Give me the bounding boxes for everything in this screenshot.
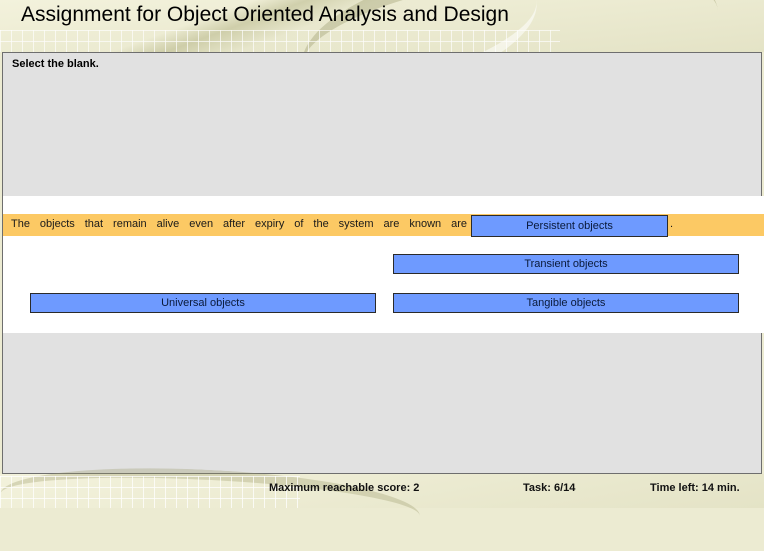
option-universal-objects[interactable]: Universal objects: [30, 293, 376, 313]
option-transient-objects[interactable]: Transient objects: [393, 254, 739, 274]
question-trailing-period: .: [670, 218, 674, 230]
instruction-text: Select the blank.: [12, 58, 99, 70]
max-score-status: Maximum reachable score: 2: [269, 482, 420, 494]
header-grid-decoration: [0, 30, 560, 52]
app-title: Assignment for Object Oriented Analysis …: [21, 3, 509, 26]
task-counter: Task: 6/14: [523, 482, 576, 494]
footer-grid-decoration: [0, 476, 300, 508]
blank-answer-slot[interactable]: Persistent objects: [471, 215, 668, 237]
time-left-status: Time left: 14 min.: [650, 482, 740, 494]
option-tangible-objects[interactable]: Tangible objects: [393, 293, 739, 313]
question-text: The objects that remain alive even after…: [11, 218, 467, 230]
